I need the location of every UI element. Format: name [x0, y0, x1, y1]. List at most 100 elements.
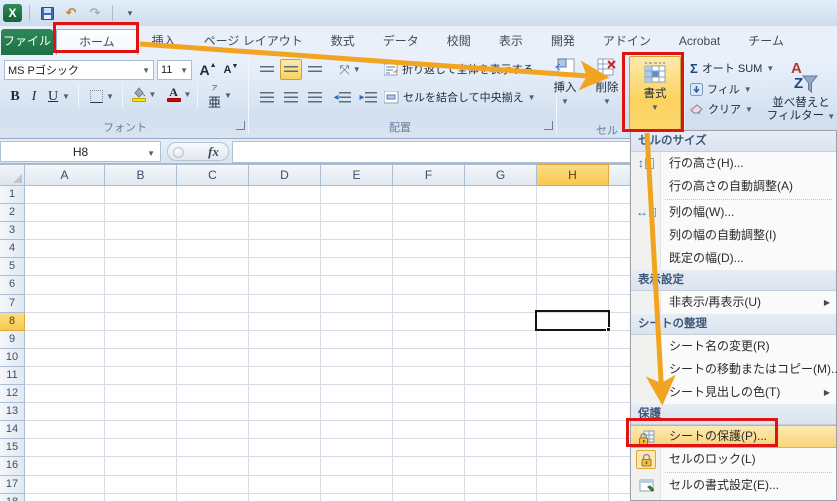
cell-B4[interactable] [105, 240, 177, 259]
cell-F14[interactable] [393, 421, 465, 440]
cell-D11[interactable] [249, 366, 321, 386]
cell-C10[interactable] [177, 348, 249, 367]
cell-D7[interactable] [249, 294, 321, 313]
cell-F10[interactable] [393, 348, 465, 367]
insert-function-button[interactable]: fx [208, 144, 219, 160]
row-header-4[interactable]: 4 [0, 240, 25, 259]
tab-insert[interactable]: 挿入 [138, 29, 190, 55]
cell-A14[interactable] [25, 421, 105, 440]
cell-G5[interactable] [465, 258, 537, 277]
cell-C13[interactable] [177, 403, 249, 422]
cell-A18[interactable] [25, 493, 105, 501]
cell-C5[interactable] [177, 258, 249, 277]
column-header-partial[interactable] [609, 164, 631, 186]
cell-F3[interactable] [393, 222, 465, 241]
align-right-button[interactable] [304, 87, 326, 108]
row-header-7[interactable]: 7 [0, 294, 25, 313]
column-header-A[interactable]: A [25, 164, 105, 186]
column-header-G[interactable]: G [465, 164, 537, 186]
cell-D15[interactable] [249, 439, 321, 458]
qat-customize-button[interactable]: ▾ [120, 4, 140, 22]
cell-H16[interactable] [537, 457, 609, 476]
cell-G13[interactable] [465, 403, 537, 422]
align-top-button[interactable] [256, 59, 278, 80]
cell-B17[interactable] [105, 475, 177, 494]
cell-G9[interactable] [465, 330, 537, 349]
row-header-8[interactable]: 8 [0, 312, 25, 331]
cell-E16[interactable] [321, 457, 393, 476]
cell-D8[interactable] [249, 312, 321, 331]
sort-filter-button[interactable]: AZ 並べ替えと フィルター ▼ [766, 57, 836, 137]
decrease-indent-button[interactable]: ◂ [330, 87, 354, 108]
tab-review[interactable]: 校閲 [433, 29, 485, 55]
cell-B3[interactable] [105, 222, 177, 241]
menu-item-rename-sheet[interactable]: シート名の変更(R) [631, 335, 836, 358]
cell-C18[interactable] [177, 493, 249, 501]
cell-F18[interactable] [393, 493, 465, 501]
column-header-C[interactable]: C [177, 164, 249, 186]
cell-A5[interactable] [25, 258, 105, 277]
increase-indent-button[interactable]: ▸ [356, 87, 380, 108]
row-header-13[interactable]: 13 [0, 403, 25, 422]
grow-font-button[interactable]: A ▲ [197, 59, 219, 80]
cell-partial-1[interactable] [609, 186, 631, 205]
italic-button[interactable]: I [26, 86, 42, 107]
cell-D2[interactable] [249, 204, 321, 223]
cell-partial-16[interactable] [609, 457, 631, 476]
cell-B14[interactable] [105, 421, 177, 440]
cell-C17[interactable] [177, 475, 249, 494]
cell-F12[interactable] [393, 385, 465, 404]
cell-partial-12[interactable] [609, 385, 631, 404]
select-all-corner[interactable] [0, 164, 25, 186]
align-bottom-button[interactable] [304, 59, 326, 80]
cell-partial-11[interactable] [609, 366, 631, 386]
column-header-D[interactable]: D [249, 164, 321, 186]
cell-F7[interactable] [393, 294, 465, 313]
cell-E17[interactable] [321, 475, 393, 494]
cell-partial-6[interactable] [609, 276, 631, 295]
row-header-17[interactable]: 17 [0, 475, 25, 494]
column-header-H[interactable]: H [537, 164, 609, 186]
cell-C1[interactable] [177, 186, 249, 205]
orientation-button[interactable]: ⤧ ▼ [334, 59, 366, 80]
cell-B9[interactable] [105, 330, 177, 349]
cell-F17[interactable] [393, 475, 465, 494]
cell-partial-17[interactable] [609, 475, 631, 494]
borders-button[interactable]: ▼ [86, 86, 118, 107]
cell-H15[interactable] [537, 439, 609, 458]
cell-H2[interactable] [537, 204, 609, 223]
cell-A6[interactable] [25, 276, 105, 295]
cell-E11[interactable] [321, 366, 393, 386]
row-header-12[interactable]: 12 [0, 385, 25, 404]
cell-D6[interactable] [249, 276, 321, 295]
cell-G4[interactable] [465, 240, 537, 259]
menu-item-tab-color[interactable]: シート見出しの色(T) ▶ [631, 381, 836, 404]
font-size-combo[interactable]: 11 ▼ [157, 60, 192, 80]
selected-cell-H8[interactable] [535, 310, 611, 332]
wrap-text-button[interactable]: 折り返して全体を表示する [384, 61, 534, 77]
cell-partial-5[interactable] [609, 258, 631, 277]
align-middle-button[interactable] [280, 59, 302, 80]
cell-D3[interactable] [249, 222, 321, 241]
cell-G14[interactable] [465, 421, 537, 440]
cell-C9[interactable] [177, 330, 249, 349]
align-center-button[interactable] [280, 87, 302, 108]
underline-button[interactable]: U ▼ [44, 86, 74, 107]
cell-E9[interactable] [321, 330, 393, 349]
cell-D14[interactable] [249, 421, 321, 440]
cell-F9[interactable] [393, 330, 465, 349]
menu-item-autofit-column-width[interactable]: 列の幅の自動調整(I) [631, 224, 836, 247]
row-header-11[interactable]: 11 [0, 366, 25, 386]
cell-H1[interactable] [537, 186, 609, 205]
shrink-font-button[interactable]: A ▼ [221, 59, 241, 80]
cell-D16[interactable] [249, 457, 321, 476]
align-left-button[interactable] [256, 87, 278, 108]
autosum-button[interactable]: Σ オート SUM ▼ [690, 60, 774, 76]
cell-A8[interactable] [25, 312, 105, 331]
cell-B15[interactable] [105, 439, 177, 458]
cell-G8[interactable] [465, 312, 537, 331]
cell-C6[interactable] [177, 276, 249, 295]
cell-D5[interactable] [249, 258, 321, 277]
tab-data[interactable]: データ [369, 29, 433, 55]
cell-F11[interactable] [393, 366, 465, 386]
